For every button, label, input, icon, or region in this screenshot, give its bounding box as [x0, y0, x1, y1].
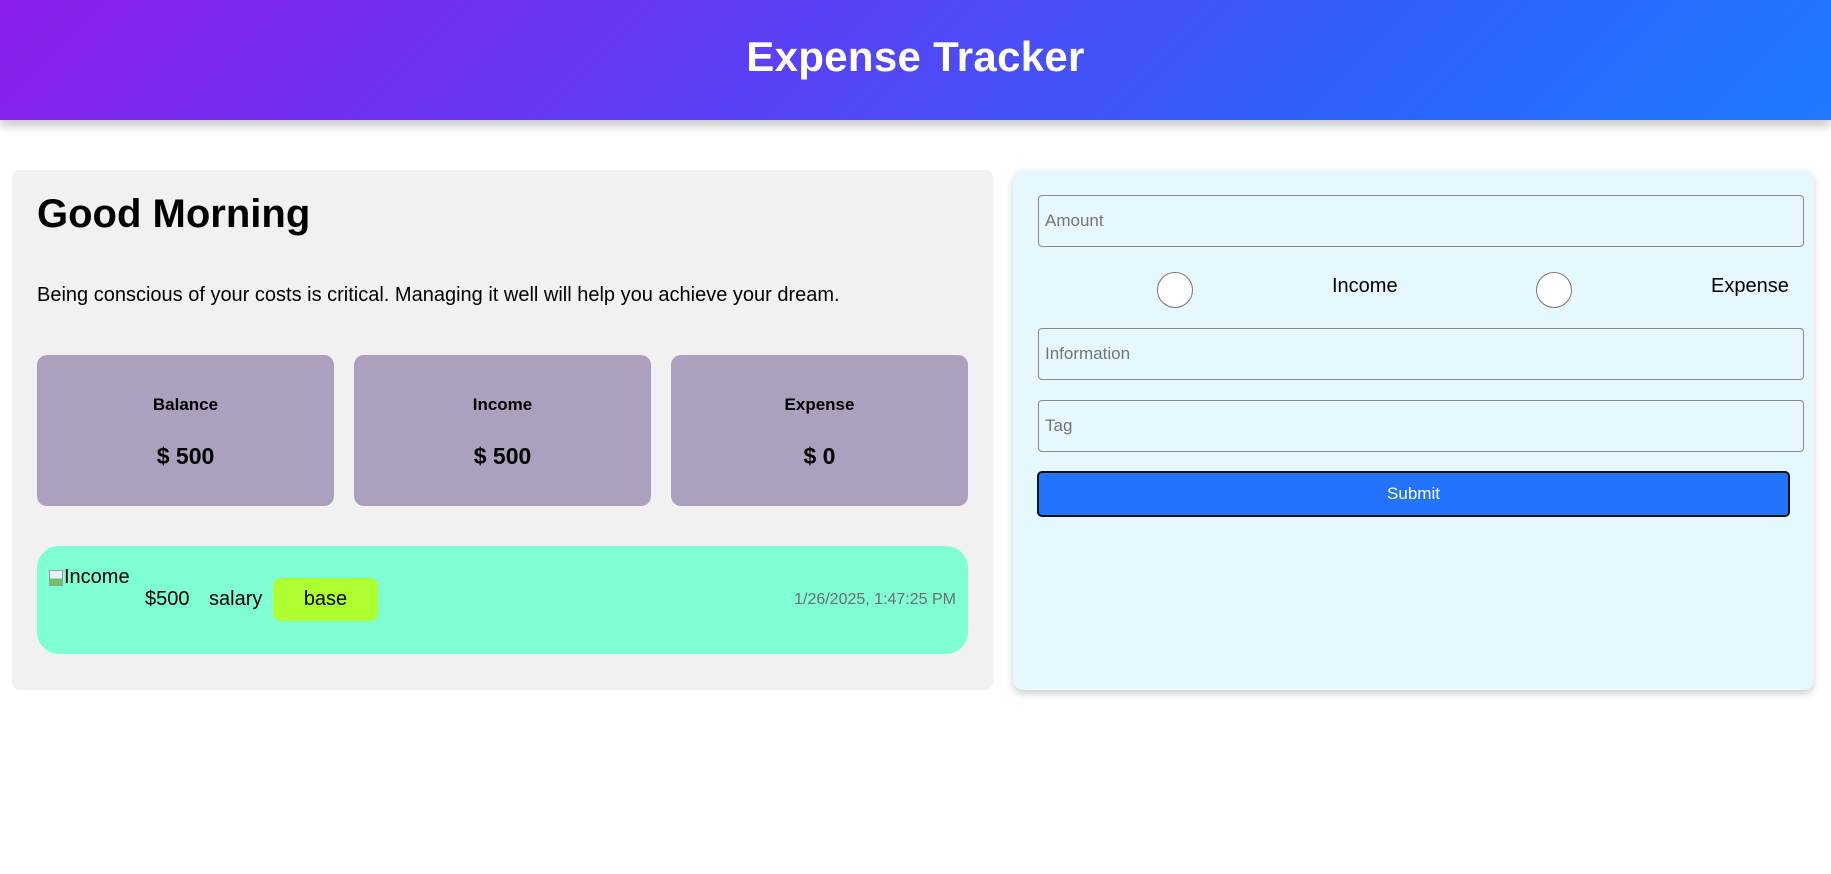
transaction-amount: $500: [145, 588, 190, 610]
income-radio-label: Income: [1332, 275, 1398, 297]
expense-value: $ 0: [803, 443, 836, 469]
app-header: Expense Tracker: [0, 0, 1831, 120]
greeting-heading: Good Morning: [37, 192, 311, 236]
tagline-text: Being conscious of your costs is critica…: [37, 284, 840, 306]
income-card: Income $ 500: [354, 355, 651, 506]
transaction-form: Income Expense Submit: [1013, 170, 1814, 690]
income-value: $ 500: [473, 443, 532, 469]
broken-image-icon: [49, 569, 63, 586]
income-label: Income: [472, 395, 533, 414]
transaction-tag-badge: base: [273, 578, 378, 621]
information-input[interactable]: [1038, 328, 1804, 380]
expense-label: Expense: [784, 395, 855, 414]
transaction-type-image: Income: [49, 566, 130, 589]
transaction-information: salary: [209, 588, 263, 610]
balance-value: $ 500: [156, 443, 215, 469]
transaction-timestamp: 1/26/2025, 1:47:25 PM: [794, 591, 956, 608]
transaction-item[interactable]: Income $500 salary base 1/26/2025, 1:47:…: [37, 546, 968, 654]
app-title: Expense Tracker: [746, 33, 1085, 80]
expense-radio[interactable]: [1536, 272, 1572, 308]
balance-card: Balance $ 500: [37, 355, 334, 506]
submit-button[interactable]: Submit: [1037, 471, 1790, 517]
income-radio[interactable]: [1157, 272, 1193, 308]
expense-radio-label: Expense: [1711, 275, 1789, 297]
tag-input[interactable]: [1038, 400, 1804, 452]
summary-panel: Good Morning Being conscious of your cos…: [12, 170, 993, 690]
transaction-image-alt: Income: [64, 566, 130, 588]
balance-label: Balance: [152, 395, 219, 414]
expense-card: Expense $ 0: [671, 355, 968, 506]
amount-input[interactable]: [1038, 195, 1804, 247]
